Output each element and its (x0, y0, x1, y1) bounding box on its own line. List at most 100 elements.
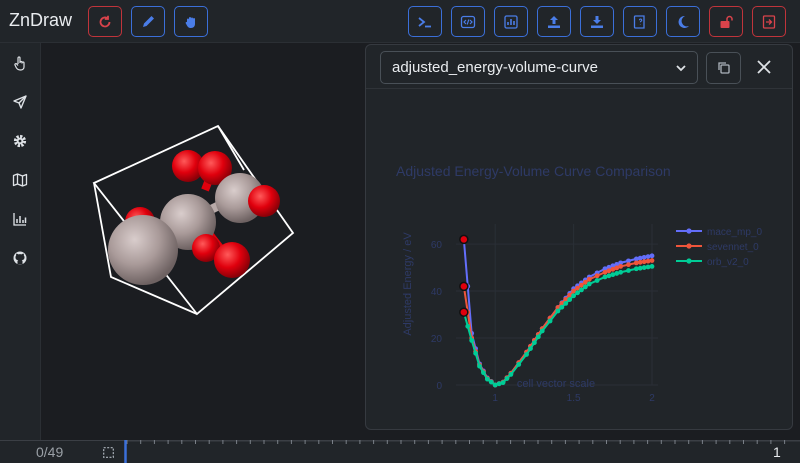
theme-button[interactable] (666, 6, 700, 37)
analysis-select[interactable]: adjusted_energy-volume-curve (380, 51, 698, 84)
download-icon (591, 15, 603, 28)
console-button[interactable] (408, 6, 442, 37)
series-point (618, 269, 624, 275)
series-point (586, 276, 592, 282)
x-tick-label: 1.5 (567, 393, 581, 404)
series-point (465, 323, 471, 329)
y-tick-labels: 0 20 40 60 (431, 240, 443, 392)
unlock-icon (720, 15, 733, 28)
series-point (567, 297, 573, 302)
series-point (484, 376, 490, 382)
series-point (488, 379, 494, 385)
series-point (649, 264, 655, 269)
series-point (649, 253, 655, 259)
download-button[interactable] (580, 6, 614, 37)
x-tick-label: 1 (492, 393, 498, 404)
upload-button[interactable] (537, 6, 571, 37)
refresh-icon (99, 15, 111, 27)
series-point (539, 328, 545, 334)
series-point (563, 300, 569, 306)
series-point (582, 284, 588, 290)
sidebar-item-interaction[interactable] (11, 93, 29, 111)
github-icon (13, 251, 27, 265)
gear-icon (13, 134, 27, 148)
copy-button[interactable] (706, 52, 741, 84)
series-point (547, 318, 553, 324)
selection-box-icon[interactable] (103, 447, 114, 458)
legend-entry: sevennet_0 (707, 242, 759, 253)
series-point (500, 380, 506, 386)
series-point (649, 258, 655, 263)
highlighted-point (459, 234, 469, 245)
series-point (626, 262, 631, 268)
send-icon (13, 95, 27, 109)
series-point (579, 287, 584, 293)
app-root: ZnDraw adjusted_energy-volume-curve Adju… (0, 0, 800, 463)
refresh-button[interactable] (88, 6, 122, 37)
series-point (532, 340, 537, 346)
close-button[interactable] (752, 55, 776, 79)
frame-indicator: 0/49 (36, 444, 64, 460)
sidebar-item-analysis[interactable] (11, 210, 29, 228)
sidebar-item-selection[interactable] (11, 54, 29, 72)
hand-icon (185, 16, 195, 28)
series-point (618, 264, 624, 269)
close-icon (757, 60, 771, 74)
exit-icon (762, 14, 776, 29)
analysis-select-value: adjusted_energy-volume-curve (392, 59, 598, 76)
series-line (462, 259, 653, 387)
series-point (481, 370, 486, 376)
terminal-icon (418, 16, 431, 27)
chart-grid (456, 224, 658, 386)
drawing-button[interactable] (131, 6, 165, 37)
top-navbar: ZnDraw (0, 0, 800, 43)
oxygen-atom (214, 242, 250, 278)
legend-marker (686, 228, 692, 234)
x-axis-label: cell vector scale (517, 378, 595, 390)
analysis-button[interactable] (494, 6, 528, 37)
y-axis-label: Adjusted Energy / eV (402, 232, 414, 336)
sidebar-item-geometry[interactable] (11, 171, 29, 189)
molecule-scene (92, 124, 295, 316)
series-point (575, 290, 580, 296)
map-icon (12, 173, 28, 187)
highlighted-point (459, 281, 469, 292)
moon-icon (678, 15, 689, 28)
lock-button[interactable] (709, 6, 743, 37)
chart-title: Adjusted Energy-Volume Curve Comparison (396, 163, 671, 179)
interaction-button[interactable] (174, 6, 208, 37)
bar-chart-icon (13, 213, 27, 226)
oxygen-atom (248, 185, 280, 217)
series-point (477, 363, 482, 369)
pencil-icon (143, 15, 154, 27)
molecule-viewer[interactable] (42, 44, 364, 439)
y-tick-label: 40 (431, 287, 443, 298)
chart-legend[interactable]: mace_mp_0 sevennet_0 orb_v2_0 (676, 227, 762, 268)
code-icon (460, 15, 476, 28)
chevron-down-icon (676, 65, 686, 72)
legend-entry: orb_v2_0 (707, 257, 749, 268)
help-button[interactable] (623, 6, 657, 37)
y-tick-label: 60 (431, 240, 443, 251)
series-line (462, 265, 653, 387)
series-point (555, 308, 561, 314)
code-button[interactable] (451, 6, 485, 37)
series-point (594, 278, 600, 283)
series-point (528, 346, 533, 351)
energy-volume-plot[interactable]: Adjusted Energy-Volume Curve Comparison … (366, 90, 792, 428)
book-icon (633, 14, 645, 29)
series-point (508, 372, 514, 377)
sidebar-item-settings[interactable] (11, 132, 29, 150)
panel-header: adjusted_energy-volume-curve (366, 45, 792, 89)
series-point (586, 281, 592, 287)
legend-entry: mace_mp_0 (707, 227, 762, 238)
highlighted-point (459, 307, 469, 317)
series-point (473, 350, 478, 356)
y-tick-label: 0 (436, 381, 442, 392)
logout-button[interactable] (752, 6, 786, 37)
series-point (559, 304, 565, 310)
frame-timeline[interactable] (124, 440, 800, 463)
legend-marker (686, 243, 692, 249)
series-point (535, 334, 541, 340)
sidebar-item-github[interactable] (11, 249, 29, 267)
